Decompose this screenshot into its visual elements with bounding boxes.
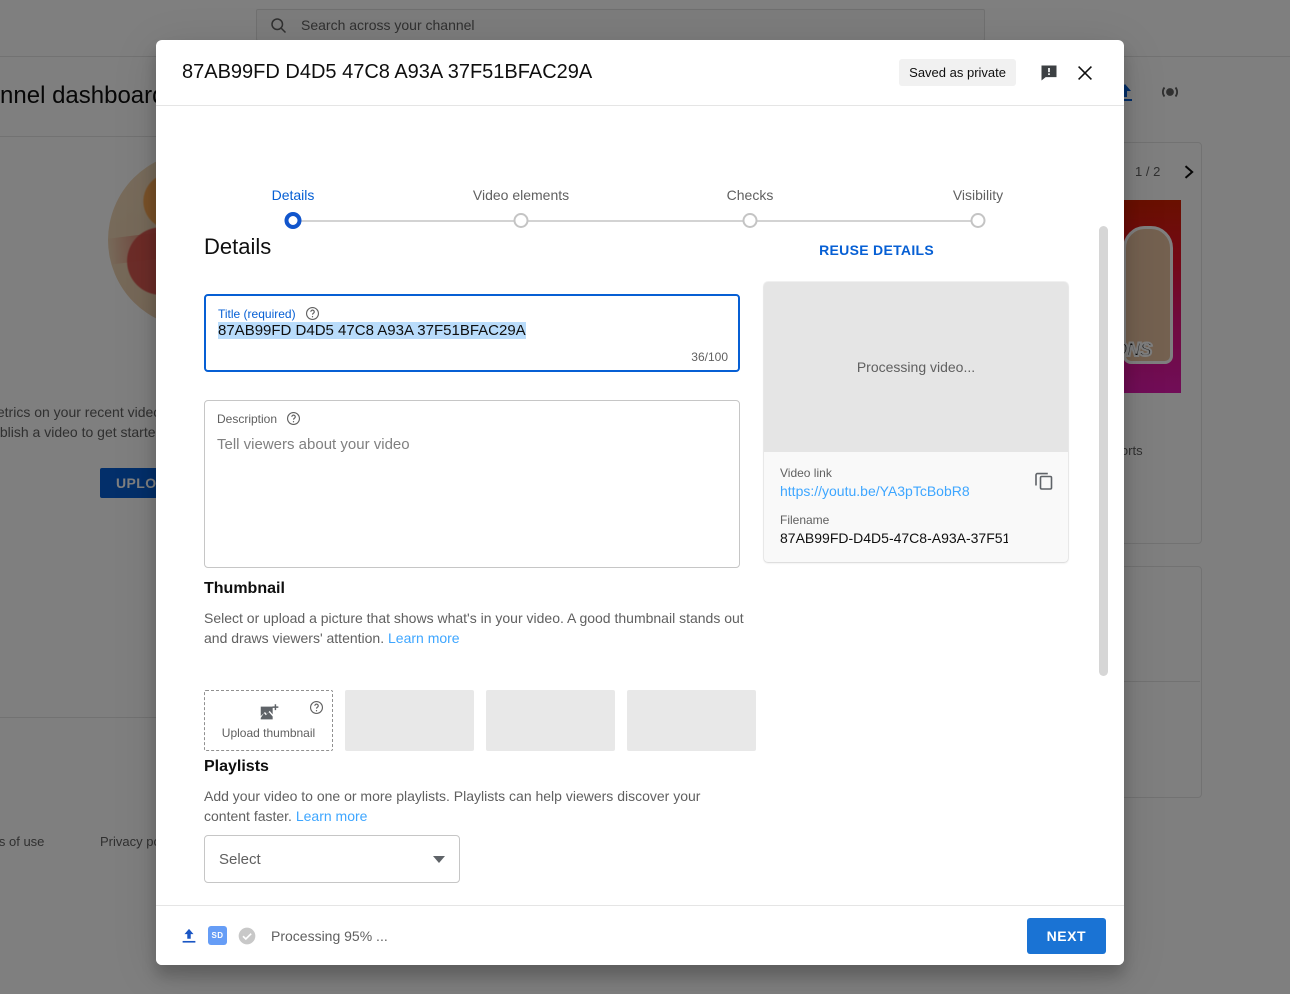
description-placeholder[interactable]: Tell viewers about your video [217,436,727,453]
status-badge: Saved as private [899,59,1016,86]
playlist-select-value: Select [219,850,261,868]
thumbnail-placeholder-1[interactable] [345,690,474,751]
close-icon [1074,62,1096,84]
thumbnail-placeholder-2[interactable] [486,690,615,751]
thumbnail-learn-more-link[interactable]: Learn more [388,630,460,646]
title-input-value[interactable]: 87AB99FD D4D5 47C8 A93A 37F51BFAC29A [218,322,526,339]
upload-icon [180,927,198,945]
playlists-description: Add your video to one or more playlists.… [204,786,744,826]
description-field[interactable]: Description Tell viewers about your vide… [204,400,740,568]
step-label-details[interactable]: Details [272,187,315,203]
description-field-label: Description [217,411,278,426]
title-char-counter: 36/100 [691,350,728,364]
upload-thumbnail-label: Upload thumbnail [221,725,316,740]
reuse-details-button[interactable]: REUSE DETAILS [819,242,934,258]
help-icon[interactable] [305,306,320,321]
add-image-icon [258,702,280,724]
title-field[interactable]: Title (required) 87AB99FD D4D5 47C8 A93A… [204,294,740,372]
dialog-title: 87AB99FD D4D5 47C8 A93A 37F51BFAC29A [182,61,593,83]
help-icon[interactable] [286,411,301,426]
details-heading: Details [204,234,272,259]
playlists-description-text: Add your video to one or more playlists.… [204,788,701,824]
upload-status-icons: SD [180,926,257,946]
scrollbar-thumb[interactable] [1099,226,1108,676]
upload-thumbnail-button[interactable]: Upload thumbnail [204,690,333,751]
thumbnail-placeholder-3[interactable] [627,690,756,751]
upload-stepper: Details Video elements Checks Visibility [156,106,1124,229]
video-link-label: Video link [780,466,832,480]
video-preview-panel: Processing video... Video link https://y… [764,282,1068,562]
dialog-footer: SD Processing 95% ... NEXT [156,905,1124,965]
upload-details-dialog: 87AB99FD D4D5 47C8 A93A 37F51BFAC29A Sav… [156,40,1124,965]
step-label-visibility[interactable]: Visibility [953,187,1003,203]
thumbnail-options-row: Upload thumbnail [204,690,756,751]
video-link[interactable]: https://youtu.be/YA3pTcBobR8 [780,483,1052,499]
sd-quality-badge: SD [208,926,227,945]
thumbnail-description-text: Select or upload a picture that shows wh… [204,610,744,646]
description-field-label-row: Description [217,411,727,426]
next-button[interactable]: NEXT [1026,917,1106,954]
check-circle-icon [237,926,257,946]
playlists-learn-more-link[interactable]: Learn more [296,808,368,824]
playlist-select[interactable]: Select [204,835,460,883]
dialog-scroll-body: Details REUSE DETAILS Title (required) 8… [156,210,1124,905]
filename-label: Filename [780,513,830,527]
title-field-label: Title (required) [218,306,296,321]
title-field-label-row: Title (required) [218,306,726,321]
playlists-heading: Playlists [204,758,269,775]
step-label-video-elements[interactable]: Video elements [473,187,569,203]
thumbnail-description: Select or upload a picture that shows wh… [204,608,744,648]
help-icon[interactable] [309,700,324,715]
thumbnail-heading: Thumbnail [204,580,285,597]
step-label-checks[interactable]: Checks [727,187,774,203]
dialog-header: 87AB99FD D4D5 47C8 A93A 37F51BFAC29A Sav… [156,40,1124,106]
processing-status-text: Processing 95% ... [271,927,388,944]
filename-value: 87AB99FD-D4D5-47C8-A93A-37F51BF... [780,530,1008,546]
chevron-down-icon [433,855,445,863]
copy-icon[interactable] [1032,468,1056,492]
processing-video-text: Processing video... [856,359,976,375]
scrollbar-track[interactable] [1099,220,1116,895]
video-processing-placeholder: Processing video... [764,282,1068,452]
feedback-icon [1039,63,1059,83]
video-info: Video link https://youtu.be/YA3pTcBobR8 … [764,452,1068,562]
close-button[interactable] [1068,56,1102,90]
feedback-button[interactable] [1032,56,1066,90]
